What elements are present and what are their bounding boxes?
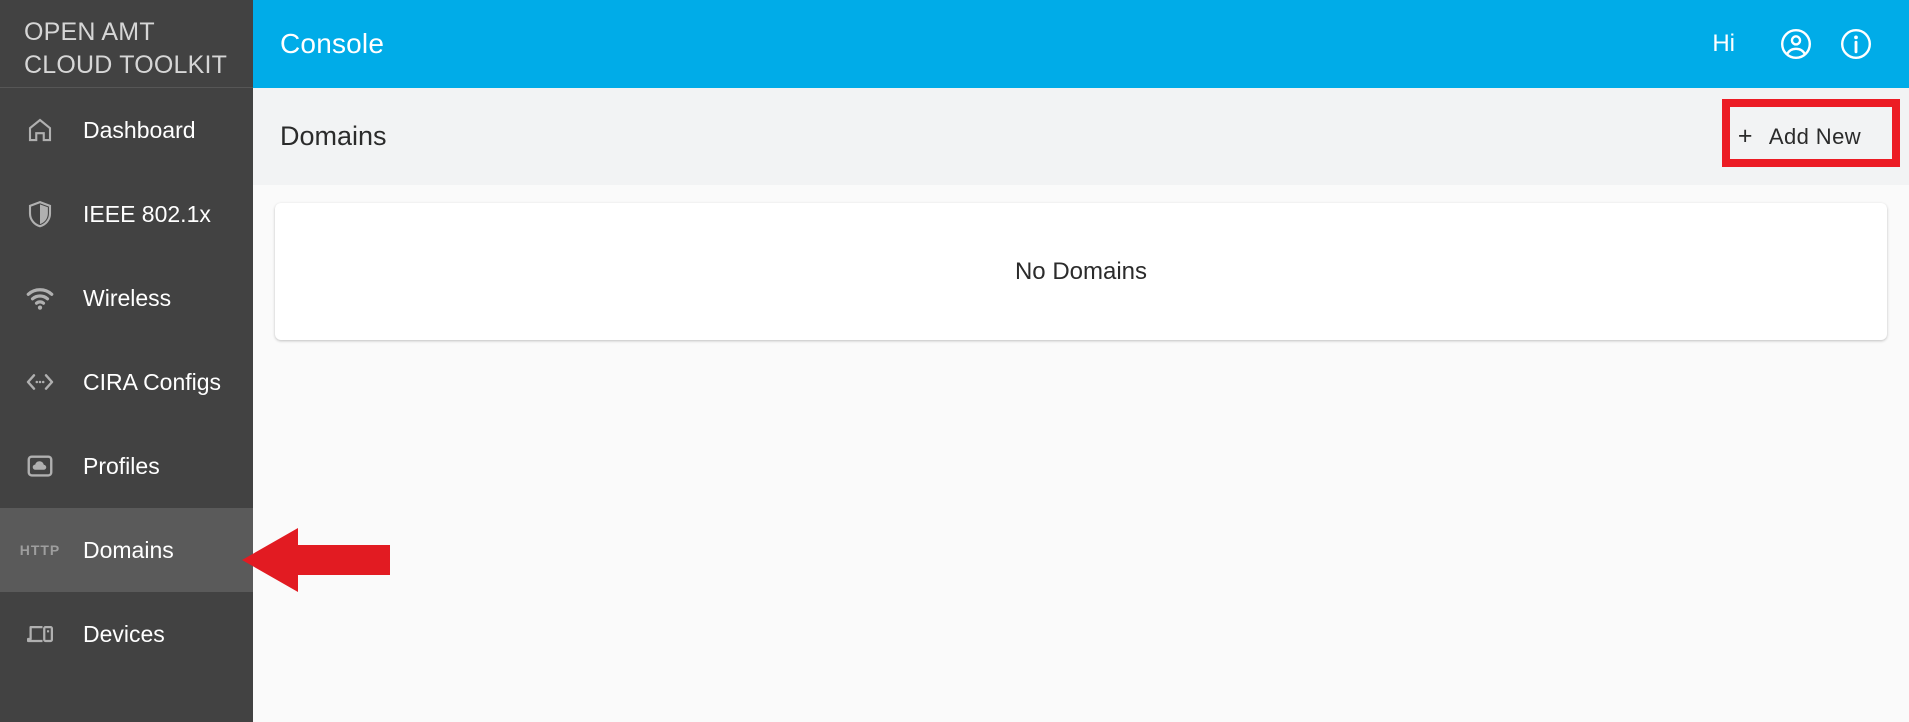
sidebar-item-label: Domains <box>83 536 174 563</box>
plus-icon: + <box>1737 122 1753 150</box>
sidebar-item-wireless[interactable]: Wireless <box>0 256 253 340</box>
add-new-label: Add New <box>1768 123 1861 149</box>
account-circle-icon[interactable] <box>1775 23 1817 65</box>
app-root: OPEN AMT CLOUD TOOLKIT Dashboard IEEE 80… <box>0 0 1909 722</box>
app-brand: OPEN AMT CLOUD TOOLKIT <box>0 0 253 88</box>
sidebar-item-devices[interactable]: Devices <box>0 592 253 676</box>
domains-empty-card: No Domains <box>275 203 1887 340</box>
info-circle-icon[interactable] <box>1835 23 1877 65</box>
sidebar-item-label: IEEE 802.1x <box>83 200 211 227</box>
http-icon-label: HTTP <box>19 542 61 558</box>
sidebar-item-profiles[interactable]: Profiles <box>0 424 253 508</box>
wifi-icon <box>22 280 58 316</box>
sidebar-item-label: Profiles <box>83 452 160 479</box>
sidebar: OPEN AMT CLOUD TOOLKIT Dashboard IEEE 80… <box>0 0 253 722</box>
content-area: No Domains <box>253 185 1909 722</box>
cloud-box-icon <box>22 448 58 484</box>
brand-line-1: OPEN AMT <box>24 17 155 46</box>
sidebar-item-ieee8021x[interactable]: IEEE 802.1x <box>0 172 253 256</box>
sidebar-item-domains[interactable]: HTTP Domains <box>0 508 253 592</box>
page-title: Domains <box>280 121 387 151</box>
sidebar-item-label: Devices <box>83 620 165 647</box>
top-app-bar: Console Hi <box>253 0 1909 88</box>
app-title: Console <box>280 28 385 59</box>
http-icon: HTTP <box>19 532 61 568</box>
devices-icon <box>22 616 58 652</box>
add-new-button[interactable]: + Add New <box>1720 114 1879 160</box>
code-icon <box>22 364 58 400</box>
page-header: Domains + Add New <box>253 88 1909 185</box>
empty-state-message: No Domains <box>1014 257 1148 285</box>
greeting-text: Hi <box>1712 30 1735 57</box>
home-icon <box>22 112 58 148</box>
brand-line-2: CLOUD TOOLKIT <box>24 50 228 79</box>
main-area: Console Hi Domains + Add New No Domains <box>253 0 1909 722</box>
sidebar-item-dashboard[interactable]: Dashboard <box>0 88 253 172</box>
sidebar-item-label: CIRA Configs <box>83 368 222 395</box>
sidebar-item-label: Wireless <box>83 284 172 311</box>
sidebar-item-cira-configs[interactable]: CIRA Configs <box>0 340 253 424</box>
sidebar-item-label: Dashboard <box>83 116 196 143</box>
shield-icon <box>22 196 58 232</box>
